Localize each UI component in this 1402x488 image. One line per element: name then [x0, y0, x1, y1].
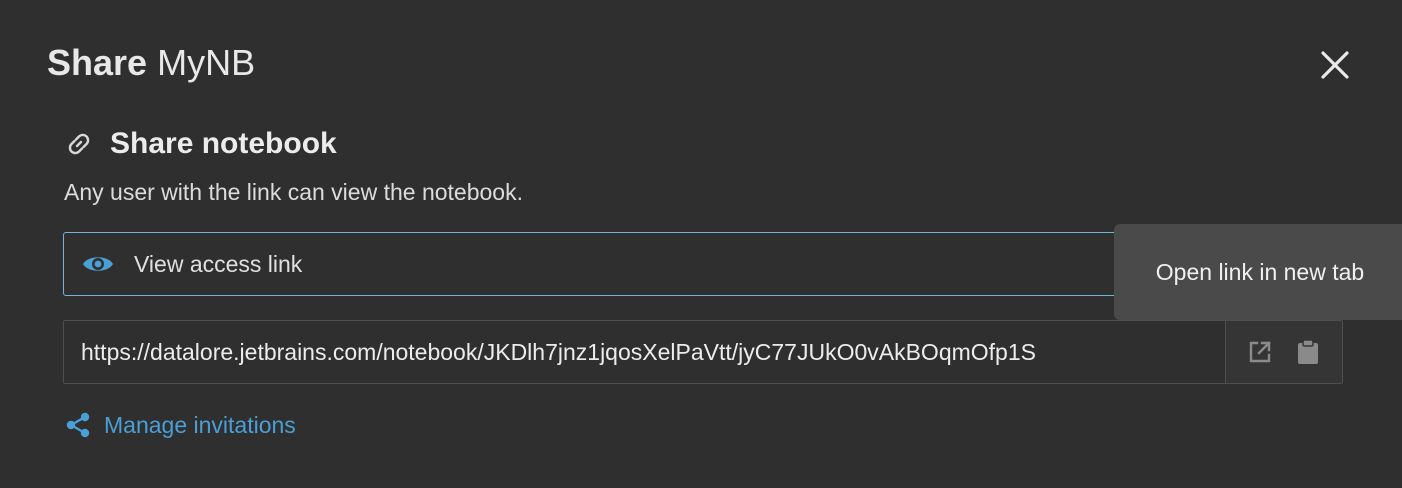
share-dialog: Share MyNB Share notebook Any user with …: [0, 0, 1402, 488]
eye-icon: [83, 257, 113, 271]
clipboard-icon: [1298, 339, 1318, 364]
tooltip-text: Open link in new tab: [1155, 258, 1365, 285]
section-title: Share notebook: [110, 127, 337, 160]
dialog-title-notebook-name: MyNB: [157, 42, 256, 83]
manage-invitations-link[interactable]: Manage invitations: [64, 408, 296, 442]
access-type-select[interactable]: View access link: [63, 232, 1173, 296]
access-type-label: View access link: [134, 250, 303, 277]
dialog-title-action: Share: [47, 42, 148, 83]
link-icon: [68, 133, 90, 155]
tooltip: Open link in new tab: [1114, 224, 1402, 320]
close-icon: [1321, 51, 1349, 79]
manage-invitations-label: Manage invitations: [104, 411, 296, 438]
open-in-new-tab-icon: [1249, 341, 1271, 363]
share-link-field[interactable]: https://datalore.jetbrains.com/notebook/…: [64, 321, 1225, 383]
share-link-row: https://datalore.jetbrains.com/notebook/…: [63, 320, 1343, 384]
copy-link-button[interactable]: [1294, 338, 1322, 366]
share-icon: [66, 412, 90, 438]
dialog-title: Share MyNB: [47, 40, 255, 86]
open-in-new-tab-button[interactable]: [1246, 338, 1274, 366]
share-notebook-header: Share notebook: [64, 122, 337, 166]
share-link-actions: [1225, 321, 1342, 383]
section-description: Any user with the link can view the note…: [64, 179, 523, 205]
close-button[interactable]: [1316, 46, 1354, 84]
